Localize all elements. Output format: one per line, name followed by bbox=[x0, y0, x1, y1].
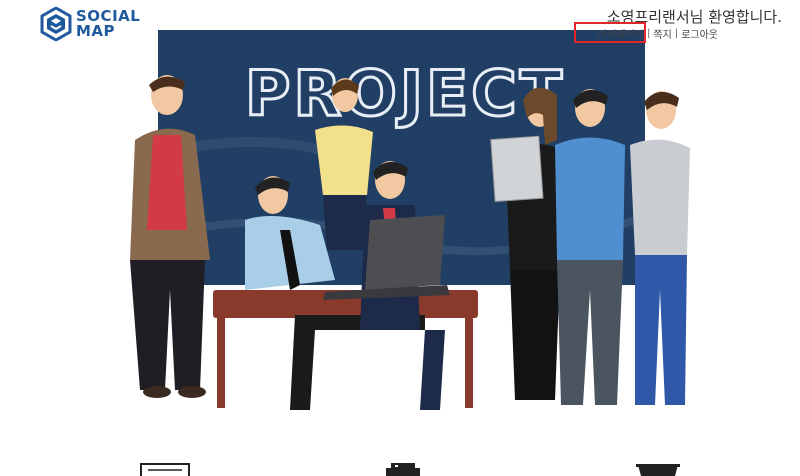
nav-separator: | bbox=[674, 28, 679, 39]
document-icon[interactable] bbox=[140, 462, 190, 476]
message-link[interactable]: 쪽지 bbox=[653, 26, 671, 41]
printer-icon[interactable] bbox=[385, 462, 421, 476]
social-map-logo-icon bbox=[40, 7, 72, 41]
logout-link[interactable]: 로그아웃 bbox=[681, 26, 718, 41]
board-text: PROJECT bbox=[245, 57, 565, 130]
highlight-box bbox=[574, 22, 646, 43]
hero-illustration: PROJECT bbox=[95, 30, 710, 410]
nav-separator: | bbox=[647, 28, 651, 39]
trophy-icon[interactable] bbox=[635, 462, 681, 476]
team-project-illustration: PROJECT bbox=[130, 30, 690, 410]
